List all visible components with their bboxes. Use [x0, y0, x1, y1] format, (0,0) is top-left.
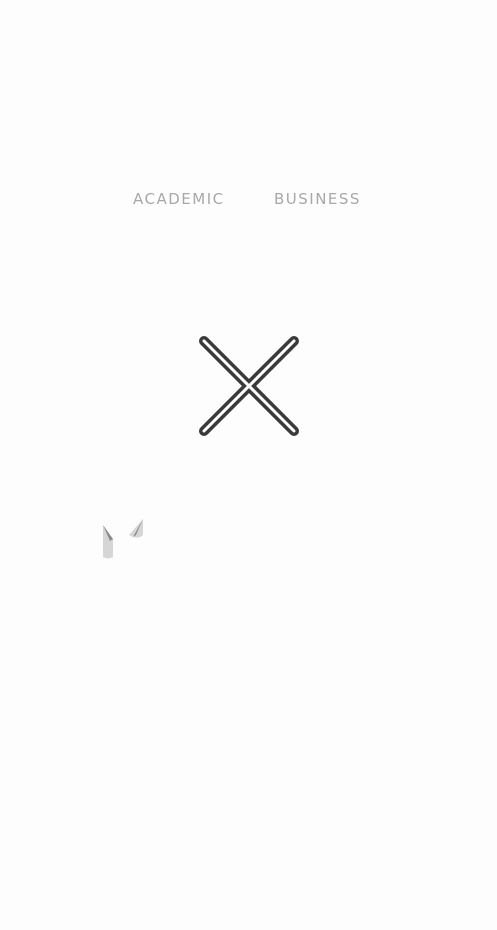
nav-link-academic[interactable]: ACADEMIC	[133, 189, 225, 209]
logo-icon	[100, 517, 148, 563]
close-icon	[199, 336, 299, 436]
overlay-nav: ACADEMIC BUSINESS	[0, 189, 497, 211]
overlay-menu: ACADEMIC BUSINESS	[0, 0, 497, 930]
nav-link-business[interactable]: BUSINESS	[274, 189, 361, 209]
close-button[interactable]	[196, 333, 302, 439]
